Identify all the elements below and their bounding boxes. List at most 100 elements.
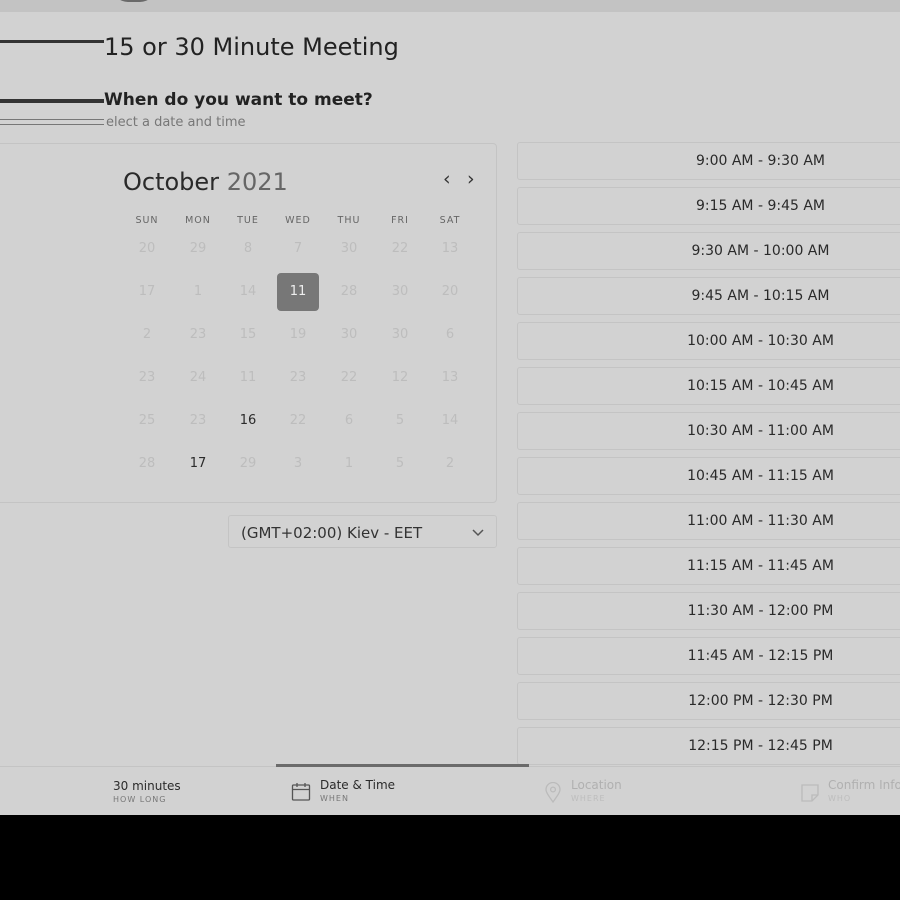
redacted-mark (0, 40, 104, 43)
time-slot-label: 11:45 AM - 12:15 PM (687, 648, 834, 664)
calendar-day: 2 (142, 327, 152, 342)
timezone-select[interactable]: (GMT+02:00) Kiev - EET (228, 515, 497, 548)
calendar-day: 5 (395, 456, 405, 471)
time-slot-button[interactable]: 10:15 AM - 10:45 AM (517, 367, 900, 405)
calendar-day: 24 (189, 370, 207, 385)
meeting-question: When do you want to meet? (104, 90, 373, 110)
calendar-day: 30 (391, 327, 409, 342)
time-slot-button[interactable]: 12:15 PM - 12:45 PM (517, 727, 900, 765)
time-slot-button[interactable]: 10:45 AM - 11:15 AM (517, 457, 900, 495)
time-slot-label: 10:15 AM - 10:45 AM (687, 378, 834, 394)
calendar-day: 1 (344, 456, 354, 471)
calendar-day: 13 (441, 370, 459, 385)
step-date-time[interactable]: Date & Time WHEN (320, 778, 395, 803)
time-slot-label: 11:00 AM - 11:30 AM (687, 513, 834, 529)
weekday-label: TUE (237, 215, 259, 226)
step-label: Date & Time (320, 778, 396, 792)
step-label: Confirm Info (828, 778, 900, 792)
calendar-day: 30 (391, 284, 409, 299)
calendar-day[interactable]: 16 (227, 402, 269, 440)
calendar-day: 13 (441, 241, 459, 256)
calendar-day: 14 (239, 284, 257, 299)
calendar-day: 29 (239, 456, 257, 471)
time-slot-label: 10:00 AM - 10:30 AM (687, 333, 834, 349)
calendar-day: 19 (289, 327, 307, 342)
prev-month-button[interactable]: ‹ (443, 168, 451, 190)
step-sublabel: HOW LONG (113, 795, 167, 804)
time-slot-label: 9:45 AM - 10:15 AM (691, 288, 830, 304)
weekday-label: SAT (439, 215, 461, 226)
time-slot-label: 12:00 PM - 12:30 PM (688, 693, 833, 709)
calendar-day: 23 (138, 370, 156, 385)
time-slot-button[interactable]: 9:45 AM - 10:15 AM (517, 277, 900, 315)
calendar-day: 29 (189, 241, 207, 256)
step-confirm[interactable]: Confirm Info WHO (828, 778, 900, 803)
map-pin-icon (545, 782, 561, 804)
redacted-mark (0, 99, 104, 103)
calendar-day: 1 (193, 284, 203, 299)
time-slot-button[interactable]: 11:30 AM - 12:00 PM (517, 592, 900, 630)
chevron-down-icon (472, 529, 484, 537)
calendar-day: 5 (395, 413, 405, 428)
page-title: 15 or 30 Minute Meeting (104, 33, 399, 61)
calendar-day: 12 (391, 370, 409, 385)
timezone-value: (GMT+02:00) Kiev - EET (241, 524, 423, 542)
calendar-day: 15 (239, 327, 257, 342)
time-slot-button[interactable]: 9:15 AM - 9:45 AM (517, 187, 900, 225)
calendar-day: 17 (138, 284, 156, 299)
weekday-label: WED (285, 215, 311, 226)
time-slot-label: 10:30 AM - 11:00 AM (687, 423, 834, 439)
step-sublabel: WHO (828, 794, 852, 803)
calendar-day: 22 (340, 370, 358, 385)
weekday-label: MON (185, 215, 211, 226)
calendar-day-selected[interactable]: 11 (277, 273, 319, 311)
time-slot-button[interactable]: 11:00 AM - 11:30 AM (517, 502, 900, 540)
calendar-day: 23 (189, 327, 207, 342)
calendar-day: 7 (293, 241, 303, 256)
calendar-day: 22 (289, 413, 307, 428)
calendar-day: 3 (293, 456, 303, 471)
time-slot-button[interactable]: 10:30 AM - 11:00 AM (517, 412, 900, 450)
step-location[interactable]: Location WHERE (571, 778, 622, 803)
page-subtitle: elect a date and time (106, 115, 246, 130)
calendar-day: 20 (441, 284, 459, 299)
year: 2021 (226, 168, 288, 196)
calendar-day: 23 (189, 413, 207, 428)
booking-page: 15 or 30 Minute Meeting When do you want… (0, 0, 900, 815)
calendar-day[interactable]: 17 (177, 445, 219, 483)
month-name: October (123, 168, 220, 196)
time-slot-label: 12:15 PM - 12:45 PM (688, 738, 833, 754)
time-slot-list: 9:00 AM - 9:30 AM 9:15 AM - 9:45 AM 9:30 A… (517, 142, 900, 767)
time-slot-button[interactable]: 12:00 PM - 12:30 PM (517, 682, 900, 720)
calendar-day: 6 (445, 327, 455, 342)
time-slot-label: 9:00 AM - 9:30 AM (695, 153, 826, 169)
step-sublabel: WHEN (320, 794, 349, 803)
calendar-day: 14 (441, 413, 459, 428)
calendar-day: 25 (138, 413, 156, 428)
calendar-icon (291, 783, 311, 801)
calendar-day: 30 (340, 327, 358, 342)
time-slot-button[interactable]: 11:45 AM - 12:15 PM (517, 637, 900, 675)
time-slot-label: 11:15 AM - 11:45 AM (687, 558, 834, 574)
time-slot-button[interactable]: 9:00 AM - 9:30 AM (517, 142, 900, 180)
calendar-day: 28 (138, 456, 156, 471)
time-slot-button[interactable]: 10:00 AM - 10:30 AM (517, 322, 900, 360)
next-month-button[interactable]: › (467, 168, 475, 190)
time-slot-button[interactable]: 11:15 AM - 11:45 AM (517, 547, 900, 585)
step-sublabel: WHERE (571, 794, 606, 803)
note-icon (801, 784, 819, 802)
top-bar (0, 0, 900, 12)
calendar-day: 11 (239, 370, 257, 385)
calendar-day: 20 (138, 241, 156, 256)
weekday-label: SUN (135, 215, 159, 226)
time-slot-label: 9:30 AM - 10:00 AM (691, 243, 830, 259)
calendar-day: 22 (391, 241, 409, 256)
logo (112, 0, 156, 2)
time-slot-button[interactable]: 9:30 AM - 10:00 AM (517, 232, 900, 270)
active-step-indicator (276, 764, 529, 767)
step-duration[interactable]: 30 minutes HOW LONG (113, 779, 181, 804)
date-picker: October 2021 ‹ › SUN MON TUE WED THU FRI SAT 2… (0, 143, 497, 503)
weekday-label: THU (337, 215, 361, 226)
step-label: Location (571, 778, 622, 792)
calendar-day: 8 (243, 241, 253, 256)
